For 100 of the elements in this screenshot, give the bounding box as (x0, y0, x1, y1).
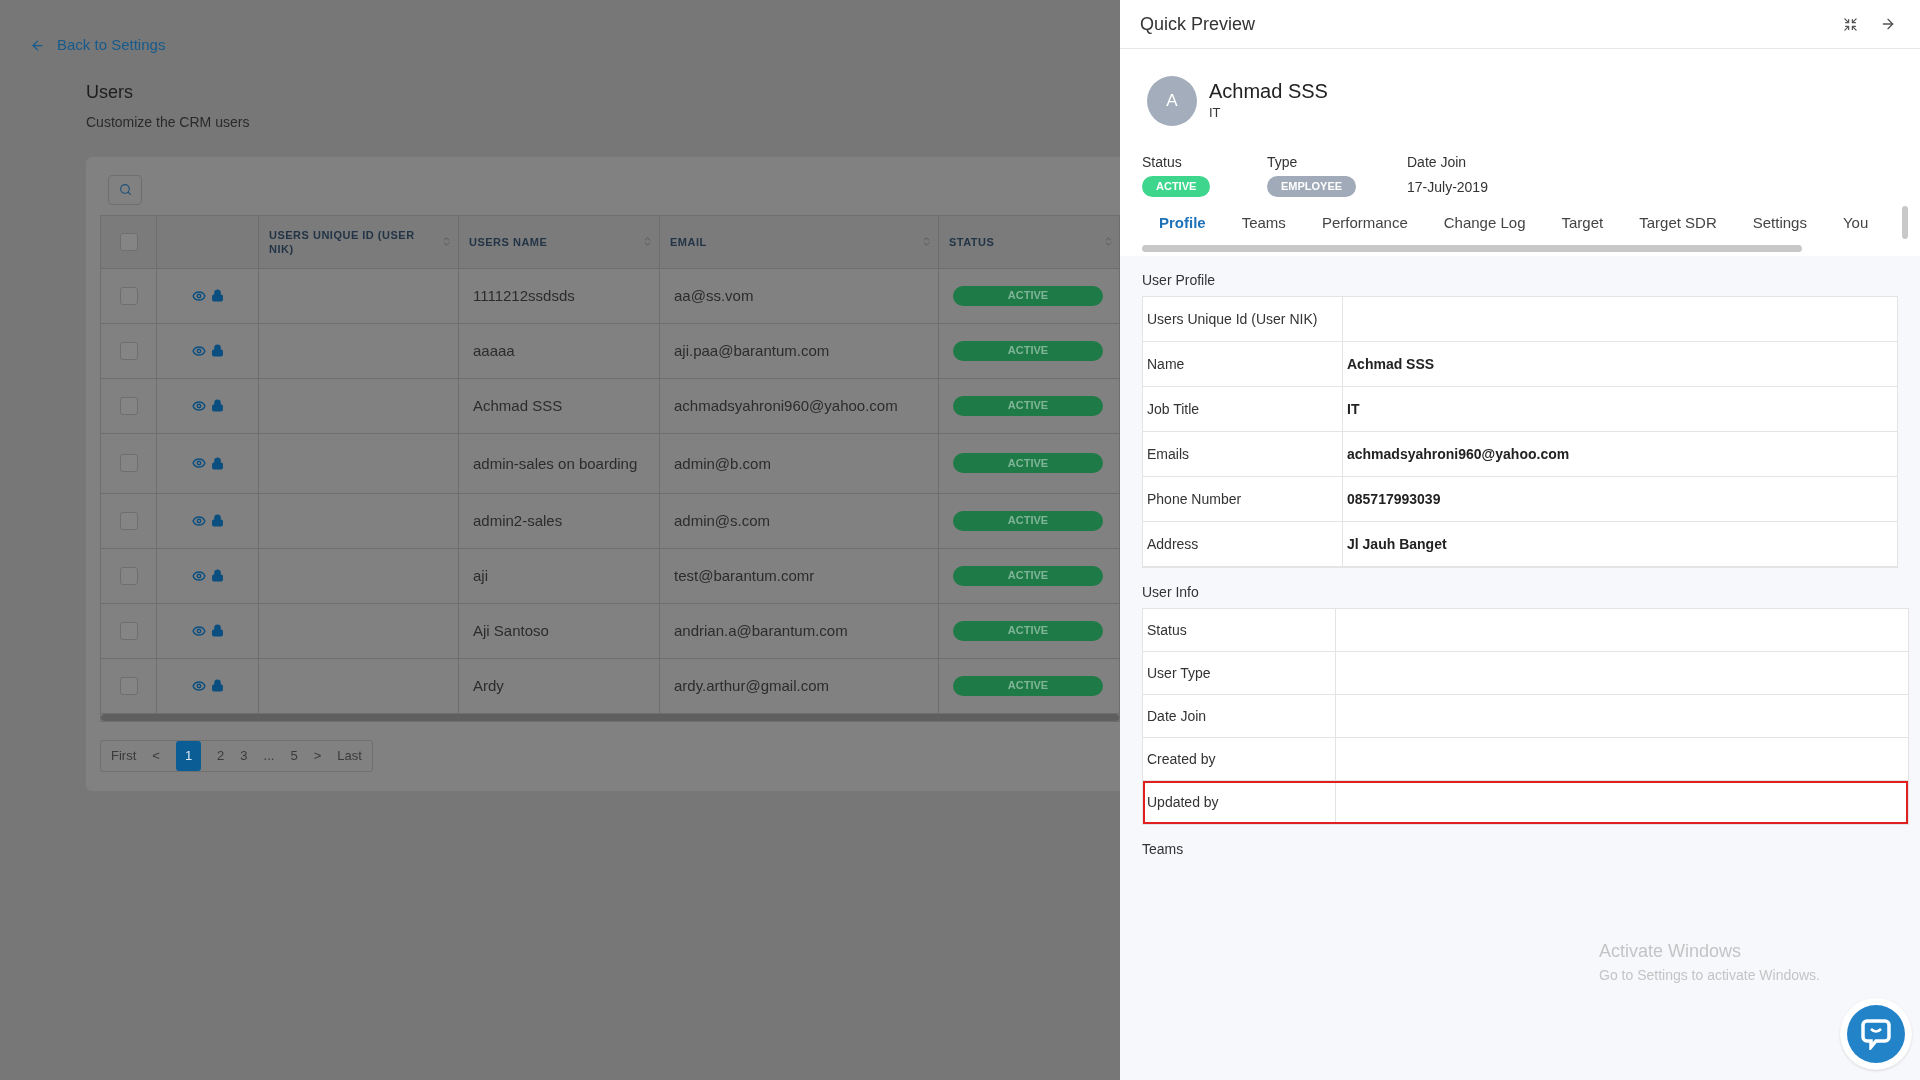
field-value: IT (1347, 399, 1360, 419)
horizontal-scrollbar[interactable] (101, 713, 1119, 721)
status-badge: ACTIVE (953, 565, 1103, 586)
page-subtitle: Customize the CRM users (86, 112, 251, 132)
field-label: Phone Number (1147, 489, 1242, 509)
lock-icon[interactable] (210, 344, 224, 357)
table-cell: achmadsyahroni960@yahoo.com (674, 396, 898, 415)
lock-icon[interactable] (210, 456, 224, 470)
page-link[interactable]: 1 (175, 740, 202, 771)
section-title: Teams (1142, 840, 1185, 859)
tab[interactable]: Change Log (1443, 212, 1526, 235)
table-cell: aa@ss.vom (674, 286, 754, 305)
summary-label: Status (1142, 153, 1183, 172)
lock-icon[interactable] (210, 514, 224, 527)
lock-icon[interactable] (210, 624, 224, 637)
back-link[interactable]: Back to Settings (30, 34, 1120, 57)
view-icon[interactable] (191, 513, 206, 528)
table-cell: aji.paa@barantum.com (674, 341, 830, 360)
vertical-scrollbar[interactable] (1902, 206, 1908, 239)
field-label: Address (1147, 534, 1199, 554)
table-cell: admin@s.com (674, 511, 771, 530)
lock-icon[interactable] (210, 399, 224, 412)
field-label: Job Title (1147, 399, 1200, 419)
status-badge: ACTIVE (953, 285, 1103, 306)
table-cell: Ardy (473, 676, 504, 695)
lock-icon[interactable] (210, 289, 224, 302)
search-button[interactable] (108, 174, 142, 205)
view-icon[interactable] (191, 568, 206, 583)
tab[interactable]: Target (1561, 212, 1604, 235)
table-cell: aji (473, 566, 488, 585)
field-label: User Type (1147, 663, 1211, 683)
collapse-icon[interactable] (1843, 16, 1858, 32)
section-title: User Info (1142, 583, 1200, 602)
page-link[interactable]: 2 (217, 740, 225, 771)
activation-text: Go to Settings to activate Windows. (1599, 966, 1820, 985)
status-badge: ACTIVE (953, 510, 1103, 531)
table-cell: andrian.a@barantum.com (674, 621, 848, 640)
table-cell: Aji Santoso (473, 621, 549, 640)
view-icon[interactable] (191, 288, 206, 303)
chat-button[interactable] (1840, 998, 1912, 1070)
table-cell: aaaaa (473, 341, 515, 360)
field-value: 085717993039 (1347, 489, 1441, 509)
panel-title: Quick Preview (1140, 12, 1257, 36)
page-link[interactable]: < (152, 740, 160, 771)
view-icon[interactable] (191, 343, 206, 358)
page-link[interactable]: 3 (240, 740, 248, 771)
field-label: Status (1147, 620, 1187, 640)
lock-icon[interactable] (210, 679, 224, 692)
sort-icon[interactable] (1103, 235, 1114, 247)
close-panel-icon[interactable] (1880, 16, 1896, 32)
field-value: achmadsyahroni960@yahoo.com (1347, 444, 1570, 464)
sort-icon[interactable] (642, 235, 653, 247)
table-cell: admin2-sales (473, 511, 563, 530)
summary-badge: EMPLOYEE (1267, 176, 1357, 197)
status-badge: ACTIVE (953, 675, 1103, 696)
chat-icon (1861, 1018, 1891, 1050)
sort-icon[interactable] (921, 235, 932, 247)
tab[interactable]: Performance (1321, 212, 1408, 235)
page-link[interactable]: 5 (290, 740, 298, 771)
summary-badge: ACTIVE (1142, 176, 1211, 197)
tab[interactable]: You (1842, 212, 1869, 235)
table-cell: test@barantum.comr (674, 566, 815, 585)
field-label: Created by (1147, 749, 1216, 769)
lock-icon[interactable] (210, 569, 224, 582)
field-label: Date Join (1147, 706, 1207, 726)
summary-label: Type (1267, 153, 1299, 172)
field-value: Achmad SSS (1347, 354, 1435, 374)
user-name: Achmad SSS (1209, 79, 1328, 104)
tab[interactable]: Profile (1159, 212, 1206, 235)
status-badge: ACTIVE (953, 453, 1103, 473)
view-icon[interactable] (191, 678, 206, 693)
field-label: Name (1147, 354, 1185, 374)
page-link[interactable]: First (111, 740, 137, 771)
table-cell: Achmad SSS (473, 396, 563, 415)
page-link[interactable]: Last (337, 740, 362, 771)
page-link[interactable]: ... (263, 740, 275, 771)
page-link[interactable]: > (313, 740, 322, 771)
table-cell: ardy.arthur@gmail.com (674, 676, 829, 695)
avatar: A (1147, 76, 1197, 126)
table-cell: admin-sales on boarding (473, 453, 638, 473)
sort-icon[interactable] (441, 235, 452, 247)
section-title: User Profile (1142, 271, 1217, 290)
tab[interactable]: Teams (1241, 212, 1286, 235)
column-header[interactable]: USERS NAME (469, 234, 564, 249)
column-header[interactable]: USERS UNIQUE ID (USER NIK) (269, 227, 448, 256)
table-cell: 1111212ssdsds (473, 286, 575, 305)
tab[interactable]: Target SDR (1639, 212, 1717, 235)
view-icon[interactable] (191, 623, 206, 638)
activation-title: Activate Windows (1599, 940, 1743, 963)
column-header[interactable]: STATUS (949, 234, 1011, 249)
field-label: Emails (1147, 444, 1189, 464)
field-label: Updated by (1147, 792, 1219, 812)
status-badge: ACTIVE (953, 620, 1103, 641)
tab[interactable]: Settings (1752, 212, 1807, 235)
column-header[interactable]: EMAIL (670, 234, 723, 249)
tabs-scrollbar[interactable] (1142, 245, 1802, 252)
field-value: Jl Jauh Banget (1347, 534, 1447, 554)
summary-value: 17-July-2019 (1407, 178, 1489, 197)
view-icon[interactable] (191, 456, 206, 470)
view-icon[interactable] (191, 398, 206, 413)
